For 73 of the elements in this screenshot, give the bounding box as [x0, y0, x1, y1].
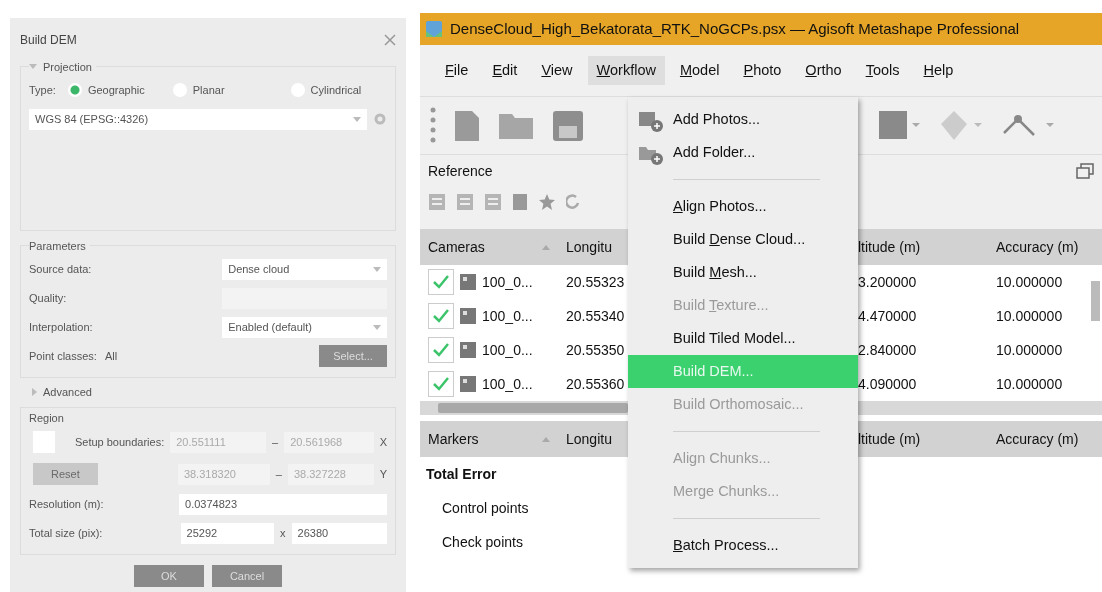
camera-name: 100_0...	[482, 272, 533, 292]
menu-item[interactable]: File	[436, 55, 478, 86]
size-field[interactable]: 26380	[291, 523, 387, 544]
table-cell-text: 20.55360	[565, 374, 626, 394]
camera-name: 100_0...	[482, 340, 533, 360]
table-cell-text: 20.55323	[565, 272, 626, 292]
times-sign: x	[280, 526, 286, 542]
column-header[interactable]: ltitude (m)	[858, 236, 986, 258]
radio-label: Planar	[192, 82, 225, 98]
column-header[interactable]: ltitude (m)	[858, 428, 986, 450]
table-cell-text: 20.55340	[565, 306, 626, 326]
column-header[interactable]: Longitu	[560, 236, 626, 258]
table-cell-text: 10.000000	[995, 306, 1064, 326]
group-title: Parameters	[29, 239, 86, 254]
menu-item[interactable]: View	[532, 55, 582, 86]
menu-item[interactable]: Model	[670, 55, 729, 86]
resolution-field[interactable]: 0.0374823	[179, 494, 387, 515]
menu-item[interactable]: Ortho	[796, 55, 851, 86]
menu-item[interactable]: Batch Process...	[628, 529, 858, 562]
table-cell-text: 10.000000	[995, 374, 1064, 394]
column-header[interactable]: Accuracy (m)	[986, 236, 1096, 258]
field-label: Total size (pix):	[29, 526, 104, 542]
group-title: Advanced	[43, 384, 92, 400]
field-label: Resolution (m):	[29, 497, 105, 513]
tree-group-label[interactable]: Total Error	[420, 457, 497, 491]
dropdown[interactable]: Enabled (default)	[222, 316, 387, 338]
field-label: Source data:	[29, 261, 93, 277]
camera-name: 100_0...	[482, 374, 533, 394]
group-title: Region	[29, 410, 65, 426]
menu-item[interactable]: Photo	[734, 55, 791, 86]
menu-item[interactable]: Edit	[483, 55, 527, 86]
menu-item[interactable]: Workflow	[587, 55, 665, 86]
column-header[interactable]: Cameras	[428, 236, 485, 258]
radio-label: Cylindrical	[310, 82, 362, 98]
table-cell-text: 4.470000	[858, 306, 918, 326]
axis-label: Y	[379, 466, 387, 482]
table-cell-text: 3.200000	[858, 272, 918, 292]
menu-item[interactable]: Build Mesh...	[628, 256, 858, 289]
table-cell-text: 2.840000	[858, 340, 918, 360]
tree-item[interactable]: Check points	[420, 525, 523, 559]
menu-item[interactable]: Add Folder...	[628, 136, 858, 169]
menu-item[interactable]: Align Photos...	[628, 190, 858, 223]
radio-label: Geographic	[87, 82, 145, 98]
column-header[interactable]: Markers	[428, 428, 479, 450]
table-cell-text: 10.000000	[995, 272, 1064, 292]
group-title: Projection	[43, 60, 92, 75]
camera-name: 100_0...	[482, 306, 533, 326]
menu-item[interactable]: Tools	[856, 55, 909, 86]
size-field[interactable]: 25292	[180, 523, 275, 544]
menu-item[interactable]: Build Tiled Model...	[628, 322, 858, 355]
menu-item[interactable]: Add Photos...	[628, 103, 858, 136]
table-cell-text: 10.000000	[995, 340, 1064, 360]
field-label: Setup boundaries:	[73, 434, 165, 450]
menu-item[interactable]: Build Dense Cloud...	[628, 223, 858, 256]
dropdown[interactable]: Dense cloud	[222, 258, 387, 280]
range-separator: –	[275, 466, 282, 482]
field-label: Type:	[29, 82, 56, 98]
column-header[interactable]: Accuracy (m)	[986, 428, 1096, 450]
menu-item[interactable]: Help	[914, 55, 963, 86]
range-separator: –	[272, 434, 279, 450]
column-header[interactable]: Longitu	[560, 428, 626, 450]
axis-label: X	[379, 434, 387, 450]
field-value: All	[104, 348, 118, 364]
field-label: Point classes:	[29, 348, 97, 364]
field-label: Quality:	[29, 290, 68, 306]
panel-title: Reference	[428, 161, 493, 181]
window-title: DenseCloud_High_Bekatorata_RTK_NoGCPs.psx — Agisoft Metashape Professional	[450, 18, 1020, 39]
dialog-title: Build DEM	[20, 32, 77, 49]
tree-item[interactable]: Control points	[420, 491, 529, 525]
crs-dropdown[interactable]: WGS 84 (EPSG::4326)	[29, 108, 367, 130]
table-cell-text: 4.090000	[858, 374, 918, 394]
table-cell-text: 20.55350	[565, 340, 626, 360]
field-label: Interpolation:	[29, 319, 94, 335]
